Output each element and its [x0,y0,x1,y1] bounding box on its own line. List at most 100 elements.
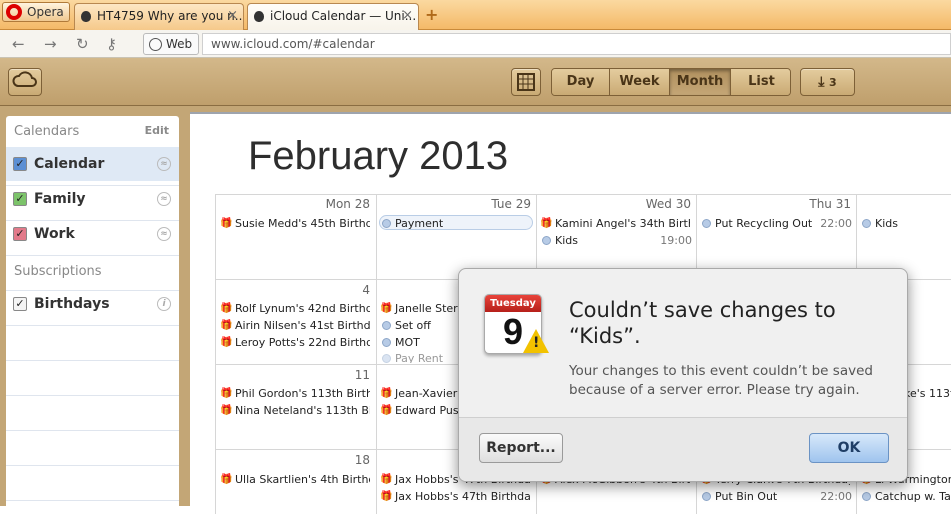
new-tab-button[interactable]: + [425,5,438,24]
opera-menu-button[interactable]: Opera [2,2,70,22]
sidebar-item-calendar[interactable]: ✓ Calendar ≈ [6,147,179,181]
web-button[interactable]: Web [143,33,199,55]
apple-icon [254,11,264,22]
day-view-button[interactable]: Day [552,69,610,95]
day-header: Mon 28 [325,197,370,211]
checkbox-icon[interactable]: ✓ [13,297,27,311]
web-label: Web [166,37,193,51]
calendar-name: Family [34,191,86,207]
sidebar: Calendars Edit ✓ Calendar ≈ ✓ Family ≈ ✓… [0,106,187,506]
download-icon: ⤓ [818,74,825,90]
event-title: Catchup w. Tara [875,490,951,503]
event-birthday[interactable]: Janelle Sterlin [380,301,460,316]
forward-icon[interactable]: → [44,35,57,53]
inbox-count: 3 [829,76,837,89]
event-time: 22:00 [820,490,852,503]
week-number: 18 [354,453,370,467]
day-header: Tue 29 [491,197,531,211]
subscriptions-heading: Subscriptions [14,264,102,279]
event-title: Put Bin Out [715,490,778,503]
info-icon[interactable]: i [157,297,171,311]
event-birthday[interactable]: Jean-Xavier B [380,386,460,401]
calendar-name: Birthdays [34,296,110,312]
share-icon[interactable]: ≈ [157,157,171,171]
checkbox-icon[interactable]: ✓ [13,157,27,171]
share-icon[interactable]: ≈ [157,192,171,206]
close-tab-icon[interactable]: × [402,4,413,28]
mini-calendar-button[interactable] [511,68,541,96]
key-icon[interactable]: ⚷ [106,35,117,53]
event-item[interactable]: Put Bin Out 22:00 [700,489,852,504]
sidebar-item-birthdays[interactable]: ✓ Birthdays i [6,287,179,321]
sidebar-item-work[interactable]: ✓ Work ≈ [6,217,179,251]
opera-label: Opera [27,5,64,19]
error-dialog: Tuesday 9 ! Couldn’t save changes to “Ki… [458,268,908,482]
month-view-button[interactable]: Month [670,69,731,95]
calendar-toolbar: Day Week Month List ⤓ 3 [0,58,951,106]
event-birthday[interactable]: Ulla Skartlien's 4th Birthday [220,472,370,487]
event-time: 19:00 [660,234,692,247]
warning-mark: ! [533,335,540,351]
tab-title: iCloud Calendar — Uni... [270,9,417,23]
calendar-grid-icon [517,73,535,91]
ok-button[interactable]: OK [809,433,889,463]
event-item[interactable]: Put Recycling Out 22:00 [700,216,852,231]
event-title: Kids [875,217,898,230]
month-title: February 2013 [248,134,509,178]
globe-icon [149,38,162,51]
view-switcher: Day Week Month List [551,68,791,96]
calendar-name: Work [34,226,75,242]
close-tab-icon[interactable]: × [227,4,238,28]
event-title: Kids [555,234,578,247]
calendar-name: Calendar [34,156,105,172]
event-item[interactable]: MOT [380,335,460,350]
event-birthday[interactable]: Rolf Lynum's 42nd Birthday [220,301,370,316]
event-birthday[interactable]: Jax Hobbs's 47th Birthday [380,489,530,504]
week-number: 4 [362,283,370,297]
sidebar-item-family[interactable]: ✓ Family ≈ [6,182,179,216]
icloud-home-button[interactable] [8,68,42,96]
browser-tab-bar: Opera HT4759 Why are you n... × iCloud Ca… [0,0,951,31]
back-icon[interactable]: ← [12,35,25,53]
calendar-list-panel: Calendars Edit ✓ Calendar ≈ ✓ Family ≈ ✓… [6,116,179,506]
event-birthday[interactable]: Phil Gordon's 113th Birthd... [220,386,370,401]
icon-day-label: Tuesday [485,295,541,312]
list-view-button[interactable]: List [731,69,790,95]
week-number: 11 [354,368,370,382]
share-icon[interactable]: ≈ [157,227,171,241]
checkbox-icon[interactable]: ✓ [13,227,27,241]
event-item[interactable]: Payment [379,215,533,230]
cloud-icon [12,71,37,87]
opera-logo-icon [6,4,22,20]
event-item[interactable]: Set off [380,318,460,333]
week-view-button[interactable]: Week [610,69,670,95]
inbox-button[interactable]: ⤓ 3 [800,68,855,96]
browser-tab-icloud[interactable]: iCloud Calendar — Uni... × [247,3,419,31]
event-birthday[interactable]: Edward Push [380,403,460,418]
apple-icon [81,11,91,22]
event-title: Payment [395,217,444,230]
checkbox-icon[interactable]: ✓ [13,192,27,206]
event-birthday[interactable]: Leroy Potts's 22nd Birthday [220,335,370,350]
url-field[interactable]: www.icloud.com/#calendar [202,33,951,55]
event-birthday[interactable]: Susie Medd's 45th Birthday [220,216,370,231]
event-title: Set off [395,319,431,332]
event-item[interactable]: Kids [860,216,951,231]
event-item[interactable]: Catchup w. Tara [860,489,951,504]
event-item[interactable]: Kids 19:00 [540,233,692,248]
event-title: Put Recycling Out [715,217,813,230]
dialog-title: Couldn’t save changes to “Kids”. [569,298,836,348]
day-header: Thu 31 [809,197,851,211]
reload-icon[interactable]: ↻ [76,35,89,53]
edit-button[interactable]: Edit [145,124,169,137]
address-bar: ← → ↻ ⚷ Web www.icloud.com/#calendar [0,30,951,58]
event-birthday[interactable]: Nina Neteland's 113th Birt... [220,403,370,418]
event-birthday[interactable]: Kamini Angel's 34th Birthd... [540,216,690,231]
event-item[interactable]: Pay Rent [380,351,460,363]
day-header: Wed 30 [645,197,691,211]
report-button[interactable]: Report... [479,433,563,463]
calendars-heading: Calendars [14,124,80,139]
event-birthday[interactable]: Airin Nilsen's 41st Birthday [220,318,370,333]
event-title: MOT [395,336,420,349]
browser-tab-support[interactable]: HT4759 Why are you n... × [74,3,244,30]
